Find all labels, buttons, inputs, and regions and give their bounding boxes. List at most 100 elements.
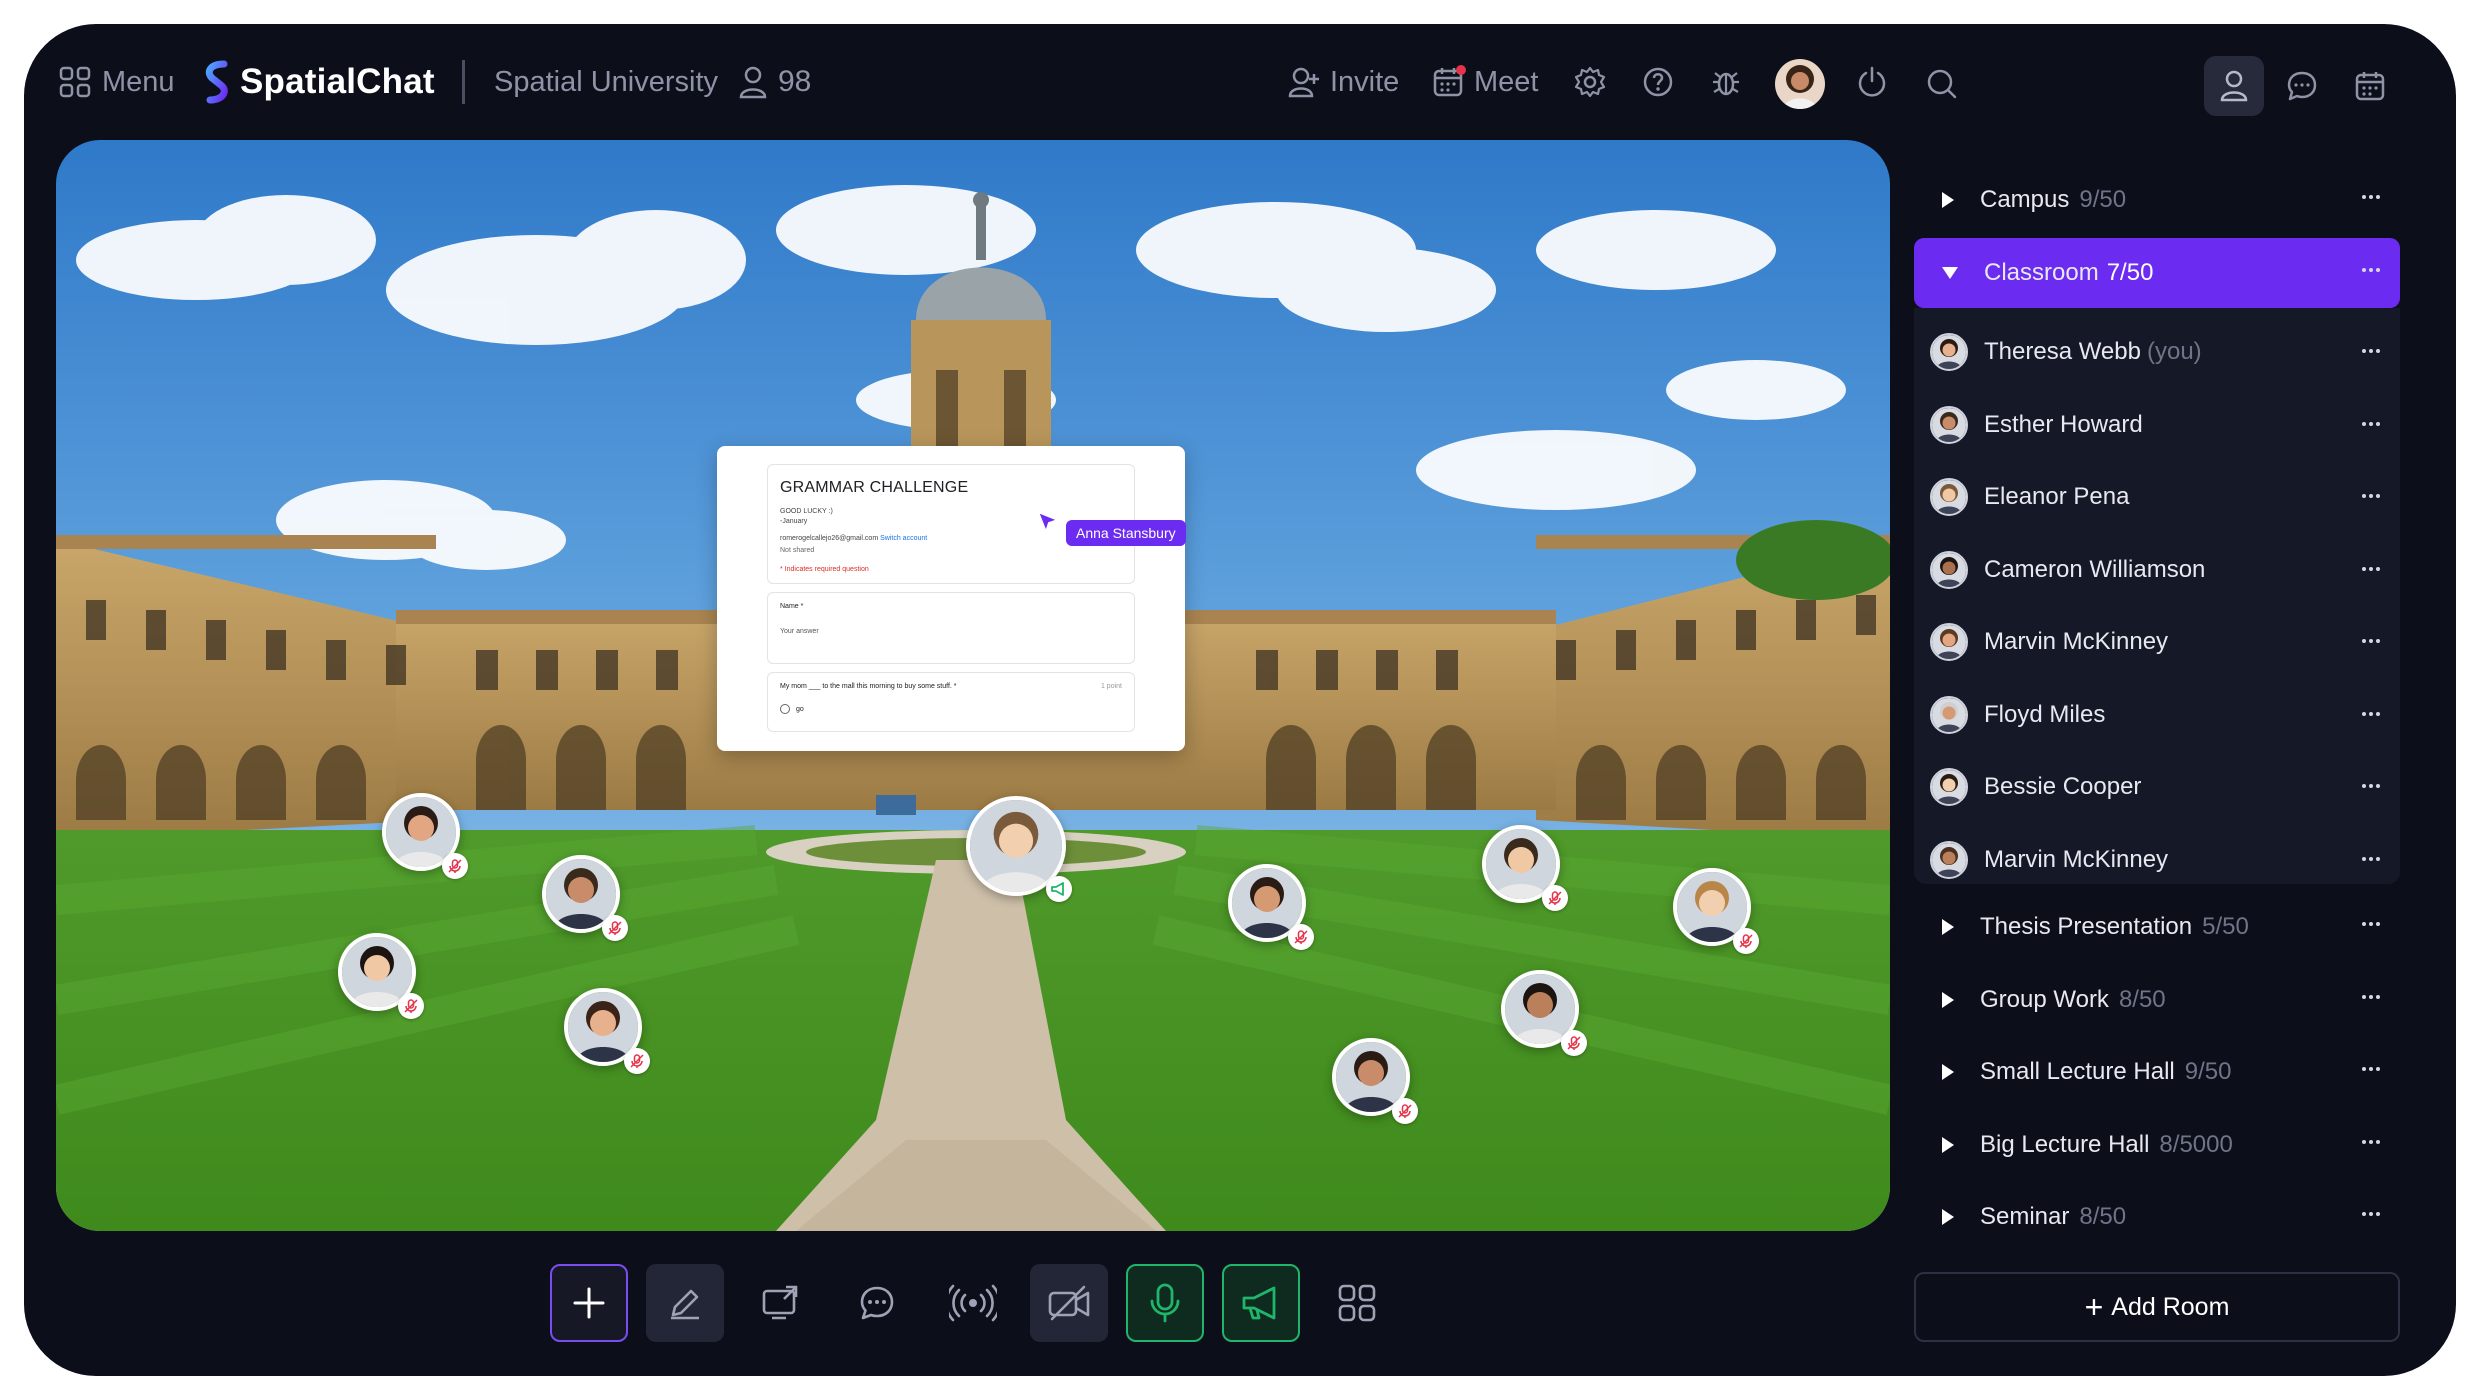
menu-button[interactable]: Menu — [58, 52, 175, 112]
more-icon[interactable] — [2362, 1139, 2380, 1144]
spatial-room-canvas[interactable]: GRAMMAR CHALLENGE GOOD LUCKY :) -January… — [56, 140, 1890, 1231]
plus-icon: + — [2084, 1289, 2104, 1325]
megaphone-button[interactable] — [1222, 1264, 1300, 1342]
mic-muted-icon — [1392, 1098, 1418, 1124]
add-button[interactable] — [550, 1264, 628, 1342]
help-icon — [1643, 67, 1673, 97]
more-icon[interactable] — [2362, 566, 2380, 571]
search-button[interactable] — [1912, 54, 1972, 114]
share-screen-icon — [762, 1285, 798, 1320]
bug-icon — [1713, 72, 1739, 96]
calendar-icon — [2355, 72, 2385, 101]
participant-name: Esther Howard — [1984, 410, 2143, 438]
participant-avatar — [1930, 695, 1968, 734]
menu-label: Menu — [102, 65, 175, 98]
microphone-button[interactable] — [1126, 1264, 1204, 1342]
room-name: Campus — [1980, 186, 2070, 213]
avatar[interactable] — [1775, 59, 1825, 109]
space-name[interactable]: Spatial University — [494, 52, 718, 112]
draw-button[interactable] — [646, 1264, 724, 1342]
report-bug-button[interactable] — [1696, 52, 1756, 112]
participant-row[interactable]: Theresa Webb (you) — [1914, 316, 2400, 388]
help-button[interactable] — [1628, 52, 1688, 112]
more-icon[interactable] — [2362, 711, 2380, 716]
plus-icon — [573, 1287, 605, 1319]
calendar-icon — [1433, 65, 1466, 97]
more-icon[interactable] — [2362, 1067, 2380, 1071]
name-answer-field[interactable]: Your answer — [780, 628, 1122, 635]
leave-button[interactable] — [1842, 52, 1902, 112]
camera-toggle-button[interactable] — [1030, 1264, 1108, 1342]
more-icon[interactable] — [2362, 195, 2380, 199]
participant-row[interactable]: Cameron Williamson — [1914, 534, 2400, 606]
more-icon[interactable] — [2362, 268, 2380, 272]
participant-row[interactable]: Marvin McKinney — [1914, 824, 2400, 896]
more-icon[interactable] — [2362, 922, 2380, 926]
more-icon[interactable] — [2362, 494, 2380, 498]
broadcast-icon — [949, 1284, 997, 1322]
shared-google-form[interactable]: GRAMMAR CHALLENGE GOOD LUCKY :) -January… — [717, 446, 1185, 751]
mic-muted-icon — [442, 853, 468, 879]
more-icon[interactable] — [2362, 639, 2380, 643]
pencil-icon — [671, 1289, 699, 1320]
chat-button[interactable] — [838, 1264, 916, 1342]
participant-count[interactable]: 98 — [738, 52, 811, 112]
share-screen-button[interactable] — [742, 1264, 820, 1342]
name-label: Name * — [780, 603, 804, 610]
grid-icon — [59, 66, 91, 98]
more-icon[interactable] — [2362, 349, 2380, 353]
broadcast-button[interactable] — [934, 1264, 1012, 1342]
expand-icon[interactable] — [1942, 919, 1954, 935]
room-row[interactable]: Thesis Presentation 5/50 — [1914, 892, 2400, 962]
expand-icon[interactable] — [1942, 1136, 1954, 1153]
switch-account-link[interactable]: Switch account — [880, 535, 927, 542]
expand-icon[interactable] — [1942, 1209, 1954, 1225]
radio-icon — [780, 704, 790, 714]
mic-muted-icon — [1288, 924, 1314, 950]
camera-off-icon — [1048, 1285, 1090, 1321]
more-icon[interactable] — [2362, 421, 2380, 426]
add-room-label: Add Room — [2111, 1292, 2230, 1321]
room-name: Group Work — [1980, 985, 2109, 1013]
calendar-panel-button[interactable] — [2340, 56, 2400, 116]
participant-row[interactable]: Floyd Miles — [1914, 679, 2400, 751]
room-row[interactable]: Group Work 8/50 — [1914, 965, 2400, 1035]
expand-icon[interactable] — [1942, 991, 1954, 1008]
add-room-button[interactable]: + Add Room — [1914, 1272, 2400, 1342]
participant-avatar — [1930, 550, 1968, 589]
participants-panel-button[interactable] — [2204, 56, 2264, 116]
apps-button[interactable] — [1318, 1264, 1396, 1342]
room-name: Big Lecture Hall — [1980, 1130, 2150, 1158]
participant-avatar — [1930, 333, 1968, 371]
meet-button[interactable]: Meet — [1432, 52, 1538, 112]
room-name: Thesis Presentation — [1980, 913, 2193, 940]
more-icon[interactable] — [2362, 994, 2380, 999]
room-row[interactable]: Big Lecture Hall 8/5000 — [1914, 1110, 2400, 1180]
room-row[interactable]: Small Lecture Hall 9/50 — [1914, 1037, 2400, 1107]
expand-icon[interactable] — [1942, 1064, 1954, 1080]
app-window: Menu SpatialChat Spatial University 98 I… — [24, 24, 2456, 1376]
room-count: 8/50 — [2118, 985, 2166, 1013]
settings-button[interactable] — [1560, 52, 1620, 112]
participant-row[interactable]: Bessie Cooper — [1914, 751, 2400, 823]
collapse-icon[interactable] — [1942, 267, 1958, 279]
more-icon[interactable] — [2362, 1212, 2380, 1216]
participant-row[interactable]: Esther Howard — [1914, 389, 2400, 461]
participant-avatar — [1930, 405, 1968, 444]
invite-label: Invite — [1330, 65, 1400, 98]
chat-panel-button[interactable] — [2272, 56, 2332, 116]
mic-muted-icon — [1542, 885, 1568, 911]
answer-option[interactable]: go — [780, 704, 1122, 714]
participant-row[interactable]: Marvin McKinney — [1914, 606, 2400, 678]
invite-button[interactable]: Invite — [1288, 52, 1399, 112]
expand-icon[interactable] — [1942, 192, 1954, 208]
room-classroom[interactable]: Classroom 7/50 — [1914, 238, 2400, 308]
room-name: Small Lecture Hall — [1980, 1058, 2175, 1085]
room-campus[interactable]: Campus 9/50 — [1914, 165, 2400, 235]
participant-name: Cameron Williamson — [1984, 555, 2206, 583]
more-icon[interactable] — [2362, 856, 2380, 861]
room-row[interactable]: Seminar 8/50 — [1914, 1182, 2400, 1252]
more-icon[interactable] — [2362, 784, 2380, 788]
form-name-question: Name * Your answer — [767, 592, 1135, 664]
participant-row[interactable]: Eleanor Pena — [1914, 461, 2400, 533]
